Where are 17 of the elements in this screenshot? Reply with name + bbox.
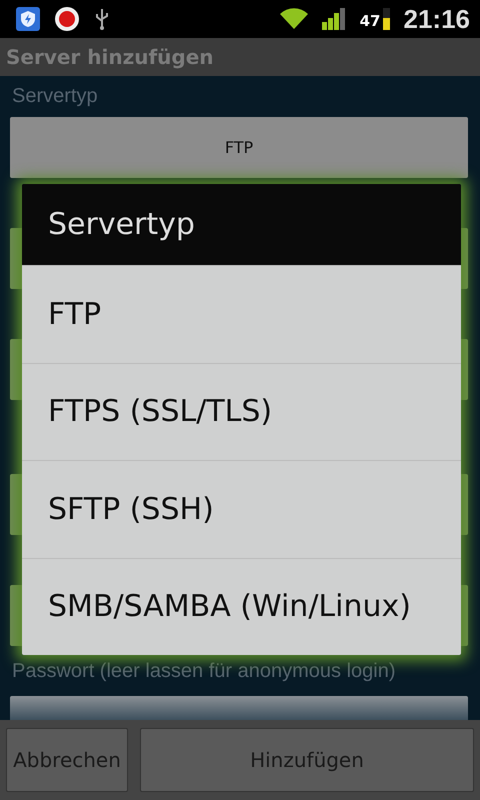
battery-icon [382,8,390,30]
option-item[interactable]: SMB/SAMBA (Win/Linux) [22,558,461,655]
shield-app-icon[interactable] [16,7,40,31]
dialog-title: Servertyp [22,184,461,265]
drop-logo-icon[interactable] [54,6,80,32]
battery-level: 47 [360,12,380,30]
option-item[interactable]: FTP [22,265,461,362]
wifi-icon [280,8,308,30]
signal-icon [322,8,346,30]
option-item[interactable]: FTPS (SSL/TLS) [22,362,461,460]
clock: 21:16 [404,4,470,34]
option-item[interactable]: SFTP (SSH) [22,460,461,558]
field-label: Passwort (leer lassen für anonymous login) [11,660,396,682]
servertype-dropdown[interactable]: FTP [10,117,468,178]
field-label: Servertyp [11,85,98,108]
window-title: Server hinzufügen [0,38,480,76]
usb-icon [94,7,110,31]
